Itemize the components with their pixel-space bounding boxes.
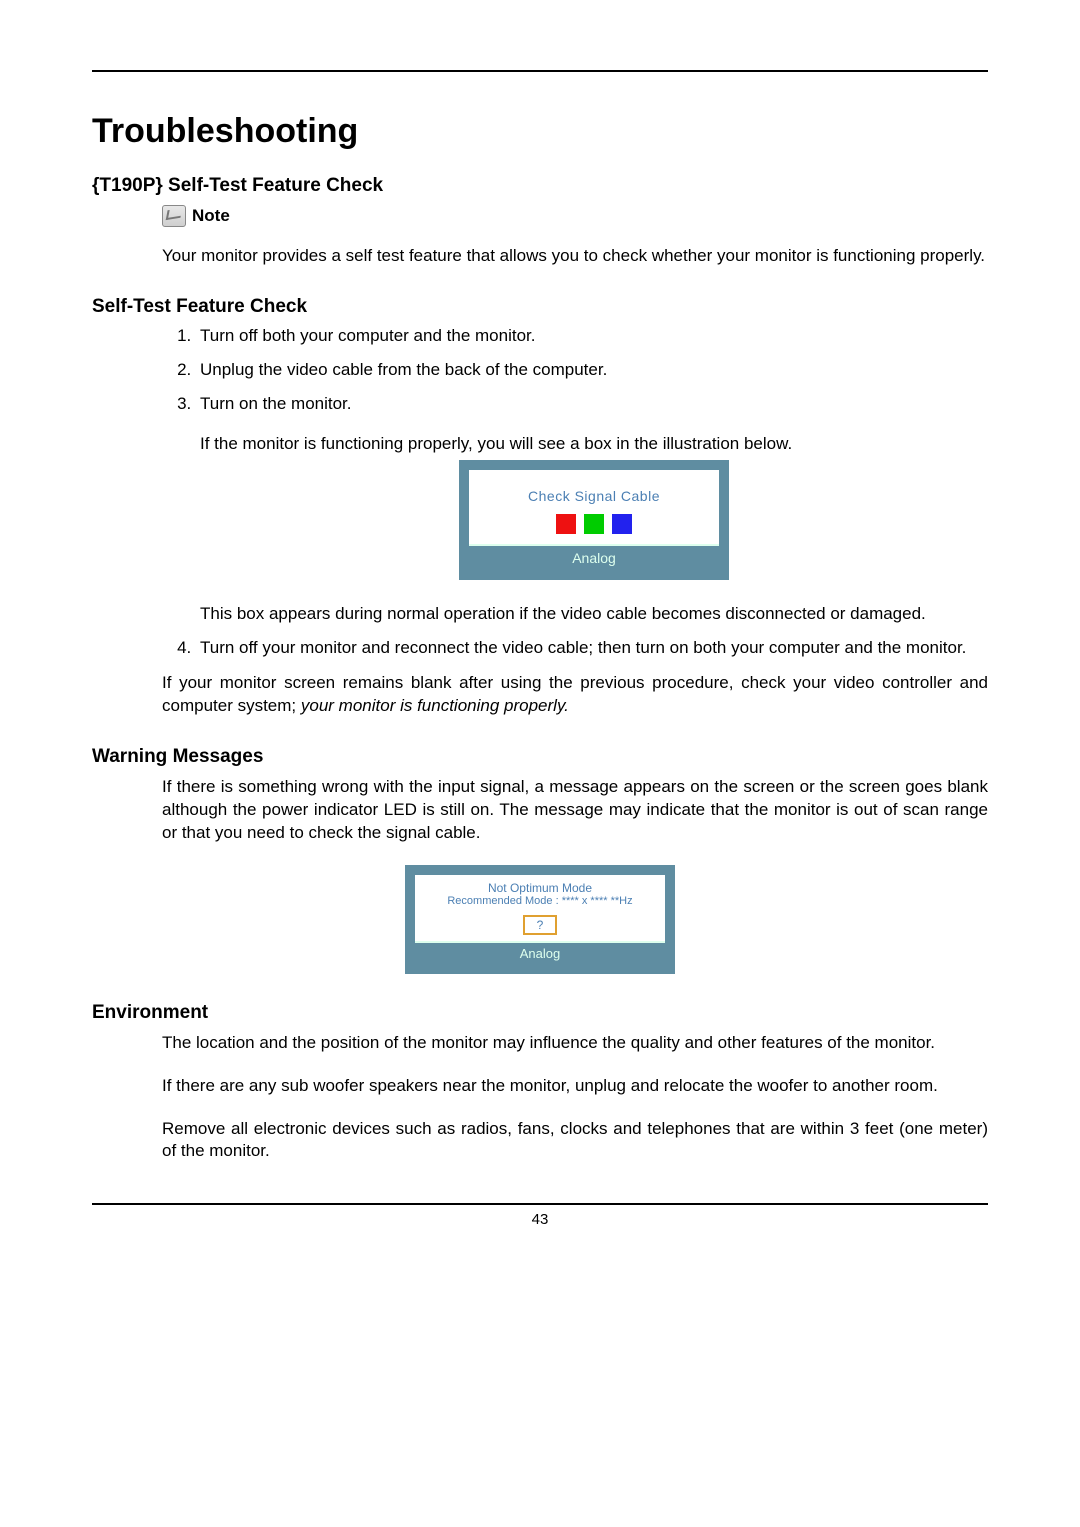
green-square-icon [584,514,604,534]
step-3: Turn on the monitor. If the monitor is f… [196,394,988,624]
note-label: Note [192,206,230,226]
selftest-closing-a: If your monitor screen remains blank aft… [162,673,988,715]
step-4: Turn off your monitor and reconnect the … [196,638,988,658]
note-text: Your monitor provides a self test featur… [162,245,988,268]
osd2-line1: Not Optimum Mode [415,881,665,895]
osd2-top: Not Optimum Mode Recommended Mode : ****… [415,875,665,941]
osd2-footer: Analog [415,941,665,964]
note-row: Note [162,205,988,227]
osd1-footer: Analog [469,544,719,570]
rgb-squares [469,514,719,534]
page-number: 43 [92,1211,988,1228]
step-1-text: Turn off both your computer and the moni… [200,326,535,345]
section-heading-selftest-model: {T190P} Self-Test Feature Check [92,175,988,197]
step-2-text: Unplug the video cable from the back of … [200,360,607,379]
bottom-rule [92,1203,988,1205]
page-title: Troubleshooting [92,112,988,151]
step-4-text: Turn off your monitor and reconnect the … [200,638,966,657]
osd2-wrap: Not Optimum Mode Recommended Mode : ****… [92,865,988,974]
note-icon [162,205,186,227]
environment-p1: The location and the position of the mon… [162,1032,988,1055]
step-2: Unplug the video cable from the back of … [196,360,988,380]
environment-p3: Remove all electronic devices such as ra… [162,1118,988,1164]
section-heading-environment: Environment [92,1002,988,1024]
blue-square-icon [612,514,632,534]
step-1: Turn off both your computer and the moni… [196,326,988,346]
osd1-wrap: Check Signal Cable Analog [200,460,988,580]
step-3-p1: If the monitor is functioning properly, … [200,434,988,454]
osd2-question: ? [523,915,558,935]
osd1-top: Check Signal Cable [469,470,719,544]
step-3-p2: This box appears during normal operation… [200,604,988,624]
selftest-closing-b: your monitor is functioning properly. [301,696,569,715]
osd-check-signal-cable: Check Signal Cable Analog [459,460,729,580]
section-heading-warning: Warning Messages [92,746,988,768]
selftest-steps: Turn off both your computer and the moni… [162,326,988,658]
environment-p2: If there are any sub woofer speakers nea… [162,1075,988,1098]
step-3-text: Turn on the monitor. [200,394,352,413]
section-heading-selftest: Self-Test Feature Check [92,296,988,318]
selftest-closing: If your monitor screen remains blank aft… [162,672,988,718]
osd1-title: Check Signal Cable [469,488,719,504]
osd2-line2: Recommended Mode : **** x **** **Hz [415,895,665,907]
warning-text: If there is something wrong with the inp… [162,776,988,845]
page: Troubleshooting {T190P} Self-Test Featur… [0,0,1080,1258]
osd-not-optimum-mode: Not Optimum Mode Recommended Mode : ****… [405,865,675,974]
red-square-icon [556,514,576,534]
top-rule [92,70,988,72]
